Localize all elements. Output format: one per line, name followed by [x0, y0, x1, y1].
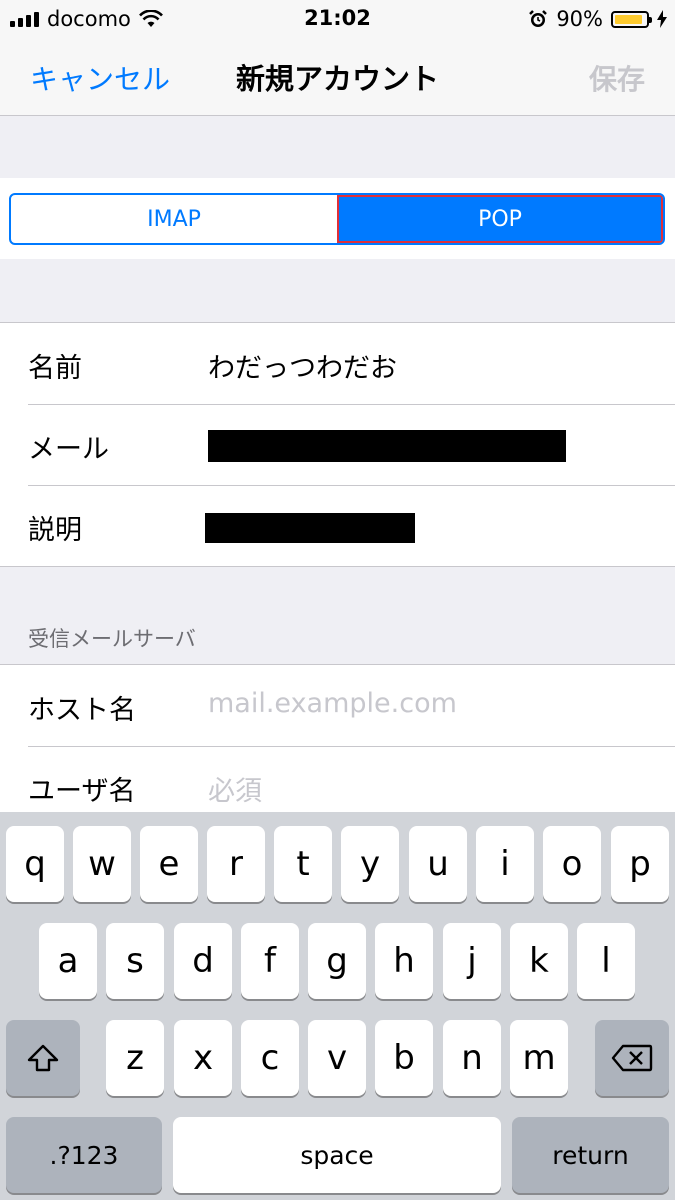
battery-fill	[615, 14, 642, 24]
key-x[interactable]: x	[174, 1020, 232, 1096]
key-v[interactable]: v	[308, 1020, 366, 1096]
alarm-icon	[529, 10, 548, 27]
shift-key[interactable]	[6, 1020, 80, 1096]
email-label: メール	[28, 434, 109, 465]
key-b[interactable]: b	[375, 1020, 433, 1096]
name-row[interactable]: 名前 わだっつわだお	[0, 323, 675, 404]
email-field-redacted[interactable]	[208, 430, 566, 462]
key-i[interactable]: i	[476, 826, 534, 902]
segment-imap[interactable]: IMAP	[11, 195, 337, 243]
key-e[interactable]: e	[140, 826, 198, 902]
battery-percent: 90%	[556, 7, 603, 31]
status-right: 90%	[528, 6, 667, 32]
key-w[interactable]: w	[73, 826, 131, 902]
key-z[interactable]: z	[106, 1020, 164, 1096]
key-g[interactable]: g	[308, 923, 366, 999]
space-key[interactable]: space	[173, 1117, 501, 1193]
backspace-key[interactable]	[595, 1020, 669, 1096]
keyboard: q w e r t y u i o p a s d f g h j k l z …	[0, 812, 675, 1200]
key-u[interactable]: u	[409, 826, 467, 902]
key-s[interactable]: s	[106, 923, 164, 999]
page-title: 新規アカウント	[235, 62, 439, 96]
key-a[interactable]: a	[39, 923, 97, 999]
save-button[interactable]: 保存	[589, 58, 645, 98]
key-j[interactable]: j	[443, 923, 501, 999]
incoming-server-group: ホスト名 mail.example.com ユーザ名 必須	[0, 664, 675, 824]
key-r[interactable]: r	[207, 826, 265, 902]
description-label: 説明	[28, 515, 82, 546]
key-k[interactable]: k	[510, 923, 568, 999]
key-c[interactable]: c	[241, 1020, 299, 1096]
incoming-server-header: 受信メールサーバ	[28, 627, 196, 651]
key-t[interactable]: t	[274, 826, 332, 902]
username-field[interactable]: 必須	[208, 769, 262, 808]
navigation-bar: キャンセル 新規アカウント 保存	[0, 38, 675, 116]
key-n[interactable]: n	[443, 1020, 501, 1096]
charging-bolt-icon	[657, 10, 667, 28]
protocol-segmented-control: IMAP POP	[9, 193, 665, 245]
username-label: ユーザ名	[28, 776, 136, 807]
description-field-redacted[interactable]	[205, 513, 415, 543]
name-label: 名前	[28, 353, 82, 384]
key-p[interactable]: p	[611, 826, 669, 902]
name-field[interactable]: わだっつわだお	[208, 346, 397, 385]
backspace-icon	[611, 1044, 653, 1072]
key-h[interactable]: h	[375, 923, 433, 999]
battery-icon	[611, 10, 652, 28]
segment-pop[interactable]: POP	[337, 195, 663, 243]
key-m[interactable]: m	[510, 1020, 568, 1096]
host-row[interactable]: ホスト名 mail.example.com	[0, 665, 675, 746]
return-key[interactable]: return	[512, 1117, 669, 1193]
key-f[interactable]: f	[241, 923, 299, 999]
key-l[interactable]: l	[577, 923, 635, 999]
shift-arrow-icon	[27, 1044, 59, 1072]
account-info-group: 名前 わだっつわだお メール 説明	[0, 322, 675, 567]
key-o[interactable]: o	[543, 826, 601, 902]
numbers-key[interactable]: .?123	[6, 1117, 162, 1193]
description-row[interactable]: 説明	[0, 485, 675, 566]
key-y[interactable]: y	[341, 826, 399, 902]
host-field[interactable]: mail.example.com	[208, 688, 457, 719]
email-row[interactable]: メール	[0, 404, 675, 485]
status-bar: docomo 21:02 90%	[0, 0, 675, 38]
host-label: ホスト名	[28, 695, 136, 726]
key-d[interactable]: d	[174, 923, 232, 999]
key-q[interactable]: q	[6, 826, 64, 902]
protocol-segment-container: IMAP POP	[0, 178, 675, 259]
